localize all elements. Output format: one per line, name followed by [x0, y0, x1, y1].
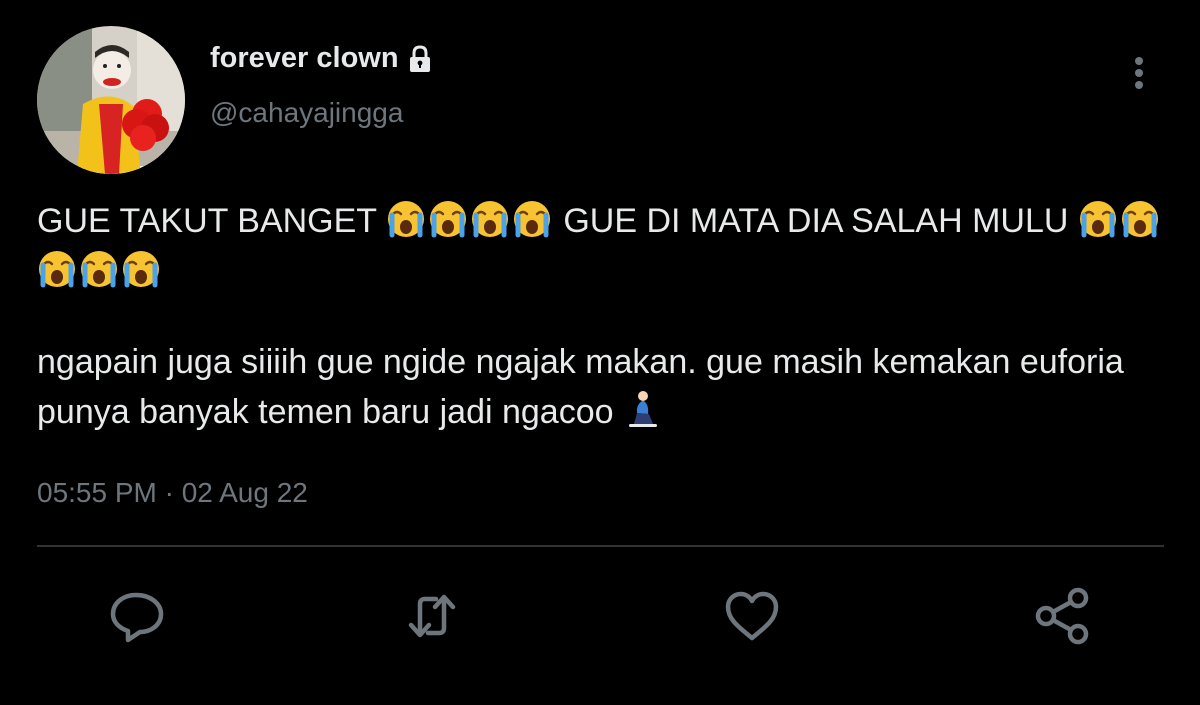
like-icon[interactable] — [720, 586, 784, 646]
retweet-icon[interactable] — [400, 586, 464, 646]
loudly-crying-face-emoji — [121, 249, 161, 289]
loudly-crying-face-emoji — [37, 249, 77, 289]
tweet-text-segment-c: ngapain juga siiiih gue ngide ngajak mak… — [37, 343, 1124, 431]
tweet-text-paragraph-2: ngapain juga siiiih gue ngide ngajak mak… — [37, 337, 1167, 437]
loudly-crying-face-emoji — [386, 199, 426, 239]
lock-icon — [405, 44, 435, 74]
user-handle[interactable]: @cahayajingga — [210, 97, 403, 129]
avatar[interactable] — [37, 26, 185, 174]
more-vertical-icon[interactable] — [1125, 55, 1153, 95]
tweet-text-segment-b: GUE DI MATA DIA SALAH MULU — [563, 202, 1069, 240]
display-name-text: forever clown — [210, 42, 399, 74]
divider — [37, 545, 1164, 547]
loudly-crying-face-emoji — [79, 249, 119, 289]
loudly-crying-face-emoji — [470, 199, 510, 239]
loudly-crying-face-emoji — [1078, 199, 1118, 239]
share-icon[interactable] — [1030, 586, 1094, 646]
display-name[interactable]: forever clown — [210, 42, 435, 75]
loudly-crying-face-emoji — [512, 199, 552, 239]
tweet-timestamp[interactable]: 05:55 PM · 02 Aug 22 — [37, 477, 308, 509]
kneeling-person-emoji — [628, 391, 657, 427]
tweet-text-paragraph-1: GUE TAKUT BANGET GUE DI MATA DIA SALAH M… — [37, 196, 1167, 296]
loudly-crying-face-emoji — [428, 199, 468, 239]
loudly-crying-face-emoji — [1120, 199, 1160, 239]
tweet-text-segment-a: GUE TAKUT BANGET — [37, 202, 377, 240]
reply-icon[interactable] — [105, 586, 169, 646]
